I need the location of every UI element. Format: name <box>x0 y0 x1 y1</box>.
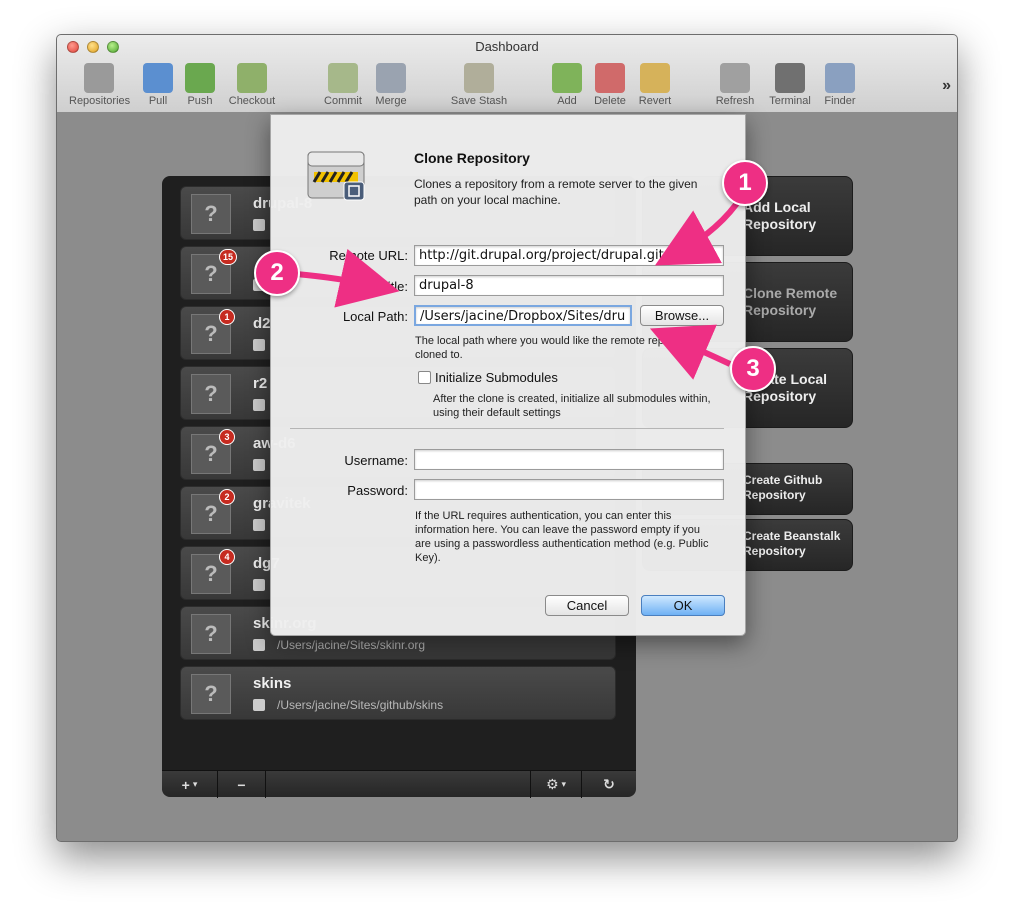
annotation-arrow-1 <box>654 194 745 266</box>
annotation-arrow-2 <box>295 248 400 308</box>
annotation-arrow-3 <box>649 324 732 380</box>
annotation-marker-3: 3 <box>730 346 776 392</box>
annotation-marker-2: 2 <box>254 250 300 296</box>
annotation-marker-1: 1 <box>722 160 768 206</box>
annotation-arrows <box>295 194 745 380</box>
